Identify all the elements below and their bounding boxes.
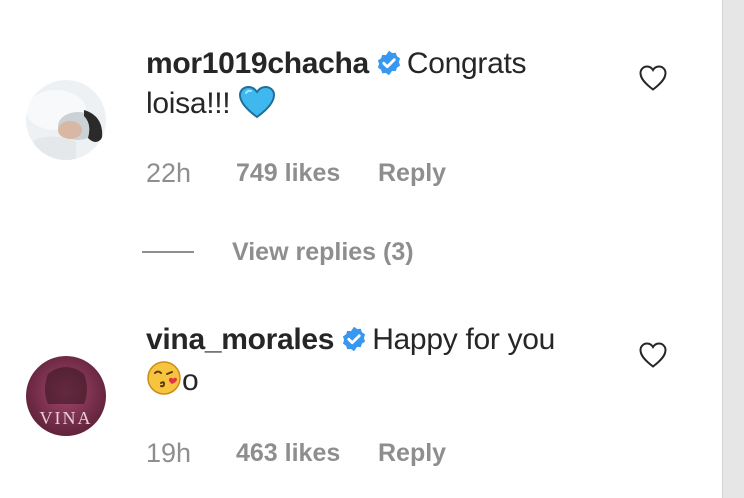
comment-text: Happy for you [372,323,556,356]
comment-likes-count[interactable]: 749 likes [236,159,378,188]
svg-text:VINA: VINA [40,408,93,428]
comment-timestamp[interactable]: 22h [146,158,236,189]
comment-body: mor1019chacha Congrats loisa!!! [146,44,596,130]
comment-body: vina_morales Happy for you o [146,320,596,407]
avatar[interactable] [26,80,106,160]
verified-badge-icon [340,324,368,352]
view-replies-label: View replies (3) [232,237,414,266]
verified-badge-icon [375,48,403,76]
avatar[interactable]: VINA [26,356,106,436]
comment-username[interactable]: mor1019chacha [146,47,369,80]
reply-button[interactable]: Reply [378,159,446,188]
comment-likes-count[interactable]: 463 likes [236,439,378,468]
like-heart-icon[interactable] [638,64,668,92]
blue-heart-emoji-icon [238,85,276,130]
comment-item: mor1019chacha Congrats loisa!!! 22h 749 … [0,0,720,215]
comment-meta: 19h 463 likes Reply [146,438,446,469]
view-replies-divider [142,251,194,253]
reply-button[interactable]: Reply [378,439,446,468]
like-heart-icon[interactable] [638,341,668,369]
view-replies-button[interactable]: View replies (3) [142,234,414,270]
comment-text-suffix: o [182,364,199,397]
face-blowing-kiss-emoji-icon [146,360,182,407]
comment-timestamp[interactable]: 19h [146,438,236,469]
comments-panel: mor1019chacha Congrats loisa!!! 22h 749 … [0,0,744,498]
comment-username[interactable]: vina_morales [146,323,334,356]
comment-item: VINA vina_morales Happy for you o 19h 46… [0,300,720,498]
scrollbar-track[interactable] [722,0,744,498]
comment-meta: 22h 749 likes Reply [146,158,446,189]
